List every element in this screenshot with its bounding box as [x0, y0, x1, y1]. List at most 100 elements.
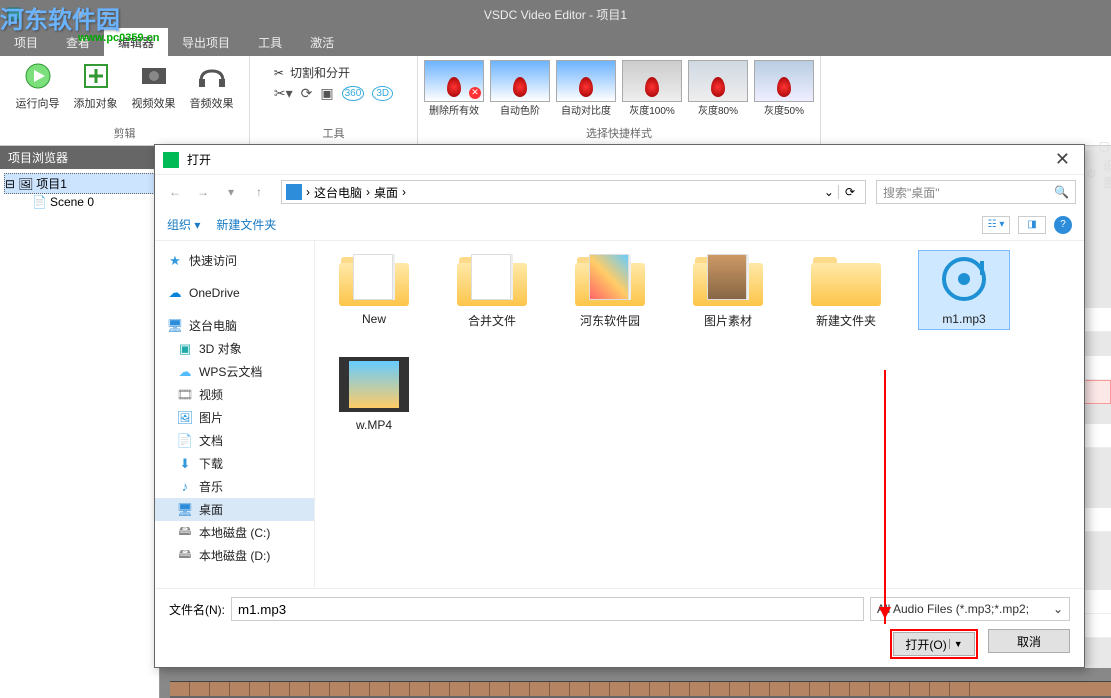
side-videos[interactable]: 🎞视频 — [155, 383, 314, 406]
cut-split-button[interactable]: 切割和分开 — [290, 64, 350, 81]
circ3d-icon[interactable]: 3D — [372, 86, 393, 101]
chevron-down-icon: ⌄ — [1053, 602, 1063, 616]
file-hedong[interactable]: 河东软件园 — [565, 251, 655, 329]
search-icon[interactable]: 🔍 — [1054, 185, 1069, 199]
tab-activate[interactable]: 激活 — [296, 28, 348, 56]
side-desktop[interactable]: 🖥桌面 — [155, 498, 314, 521]
style-auto-contrast[interactable]: 自动对比度 — [556, 60, 616, 117]
watermark-url: www.pc0359.cn — [78, 32, 160, 44]
project-icon: 🖼 — [18, 177, 33, 191]
cancel-button[interactable]: 取消 — [988, 629, 1070, 653]
preview-pane-button[interactable]: ◨ — [1018, 216, 1046, 234]
side-disk-d[interactable]: 🖴本地磁盘 (D:) — [155, 544, 314, 567]
side-this-pc[interactable]: 🖥这台电脑 — [155, 314, 314, 337]
filename-label: 文件名(N): — [169, 601, 225, 618]
tab-export[interactable]: 导出项目 — [168, 28, 244, 56]
ribbon: 运行向导 添加对象 视频效果 音频效果 剪辑 ✂ 切割和分开 ✂▾ — [0, 56, 1111, 146]
refresh-icon[interactable]: ⟳ — [838, 185, 861, 199]
style-gray-100[interactable]: 灰度100% — [622, 60, 682, 117]
file-grid: New 合并文件 河东软件园 图片素材 新建文件夹 m1.mp3 w.MP4 — [315, 241, 1084, 588]
qat-undo-icon[interactable]: ↶ — [27, 4, 47, 24]
circ360-icon[interactable]: 360 — [342, 86, 365, 101]
folder-icon — [457, 251, 527, 306]
file-merge[interactable]: 合并文件 — [447, 251, 537, 329]
project-scene[interactable]: 📄 Scene 0 — [4, 194, 155, 210]
minimize-icon[interactable]: ─ — [1086, 137, 1095, 155]
disk-icon: 🖴 — [177, 525, 193, 541]
qat-save-icon[interactable] — [4, 4, 24, 24]
view-mode-button[interactable]: ☷ ▾ — [982, 216, 1010, 234]
qat-export-icon[interactable]: ▶ — [73, 4, 93, 24]
qat-dropdown-icon[interactable]: ▾ — [96, 4, 116, 24]
new-folder-button[interactable]: 新建文件夹 — [216, 216, 276, 233]
dialog-close-button[interactable]: ✕ — [1049, 149, 1076, 170]
scissors-icon[interactable]: ✂ — [274, 66, 284, 80]
video-effects-button[interactable]: 视频效果 — [127, 60, 181, 111]
folder-icon — [339, 251, 409, 306]
pc-icon — [286, 184, 302, 200]
filetype-filter[interactable]: All Audio Files (*.mp3;*.mp2;⌄ — [870, 597, 1070, 621]
side-downloads[interactable]: ⬇下载 — [155, 452, 314, 475]
file-pictures[interactable]: 图片素材 — [683, 251, 773, 329]
nav-up-icon[interactable]: ↑ — [247, 180, 271, 204]
file-m1-mp3[interactable]: m1.mp3 — [919, 251, 1009, 329]
cube-icon: ▣ — [177, 341, 193, 357]
document-icon: 📄 — [177, 433, 193, 449]
side-quick-access[interactable]: ★快速访问 — [155, 249, 314, 272]
gear-icon[interactable]: ⚙ — [1086, 167, 1097, 181]
path-dropdown-icon[interactable]: ⌄ — [824, 185, 834, 199]
nav-recent-icon[interactable]: ▾ — [219, 180, 243, 204]
tab-project[interactable]: 项目 — [0, 28, 52, 56]
help-button[interactable]: ? — [1054, 216, 1072, 234]
run-wizard-button[interactable]: 运行向导 — [11, 60, 65, 111]
nav-back-icon[interactable]: ← — [163, 180, 187, 204]
side-wps-cloud[interactable]: ☁WPS云文档 — [155, 360, 314, 383]
cut-tool-icon[interactable]: ✂▾ — [274, 85, 293, 102]
folder-icon — [693, 251, 763, 306]
maximize-icon[interactable]: ▢ — [1099, 137, 1110, 155]
crop-icon[interactable]: ▣ — [320, 85, 333, 102]
open-button[interactable]: 打开(O)▼ — [893, 632, 975, 656]
video-icon: 🎞 — [177, 387, 193, 403]
cloud-icon: ☁ — [167, 285, 183, 301]
style-gray-80[interactable]: 灰度80% — [688, 60, 748, 117]
search-box[interactable]: 搜索"桌面" 🔍 — [876, 180, 1076, 204]
side-pictures[interactable]: 🖼图片 — [155, 406, 314, 429]
file-newfolder[interactable]: 新建文件夹 — [801, 251, 891, 329]
timeline-ruler[interactable] — [170, 668, 1111, 682]
dialog-title: 打开 — [187, 151, 211, 168]
side-onedrive[interactable]: ☁OneDrive — [155, 282, 314, 304]
timeline[interactable] — [170, 668, 1111, 698]
style-remove-all[interactable]: ✕删除所有效 — [424, 60, 484, 117]
timeline-track[interactable] — [170, 682, 1111, 696]
rotate-icon[interactable]: ⟳ — [301, 85, 313, 102]
music-icon: ♪ — [177, 479, 193, 495]
path-desktop[interactable]: 桌面 — [374, 184, 398, 201]
style-gray-50[interactable]: 灰度50% — [754, 60, 814, 117]
nav-forward-icon[interactable]: → — [191, 180, 215, 204]
path-box[interactable]: › 这台电脑 › 桌面 › ⌄ ⟳ — [281, 180, 866, 204]
picture-icon: 🖼 — [177, 410, 193, 426]
file-w-mp4[interactable]: w.MP4 — [329, 357, 419, 432]
organize-button[interactable]: 组织 ▾ — [167, 216, 200, 233]
disk-icon: 🖴 — [177, 548, 193, 564]
video-file-icon — [339, 357, 409, 412]
open-dialog: 打开 ✕ ← → ▾ ↑ › 这台电脑 › 桌面 › ⌄ ⟳ 搜索"桌面" 🔍 … — [154, 144, 1085, 668]
side-documents[interactable]: 📄文档 — [155, 429, 314, 452]
file-new[interactable]: New — [329, 251, 419, 329]
qat-redo-icon[interactable]: ↷ — [50, 4, 70, 24]
ribbon-group-tools: 工具 — [323, 123, 345, 141]
side-disk-c[interactable]: 🖴本地磁盘 (C:) — [155, 521, 314, 544]
add-object-button[interactable]: 添加对象 — [69, 60, 123, 111]
style-auto-levels[interactable]: 自动色阶 — [490, 60, 550, 117]
tab-tools[interactable]: 工具 — [244, 28, 296, 56]
filename-input[interactable] — [231, 597, 864, 621]
side-music[interactable]: ♪音乐 — [155, 475, 314, 498]
project-root[interactable]: ⊟ 🖼 项目1 — [4, 173, 155, 194]
path-pc[interactable]: 这台电脑 — [314, 184, 362, 201]
side-3d-objects[interactable]: ▣3D 对象 — [155, 337, 314, 360]
annotation-arrow — [884, 370, 886, 624]
scene-icon: 📄 — [32, 195, 47, 209]
audio-effects-button[interactable]: 音频效果 — [185, 60, 239, 111]
tree-toggle-icon[interactable]: ⊟ — [5, 177, 15, 191]
